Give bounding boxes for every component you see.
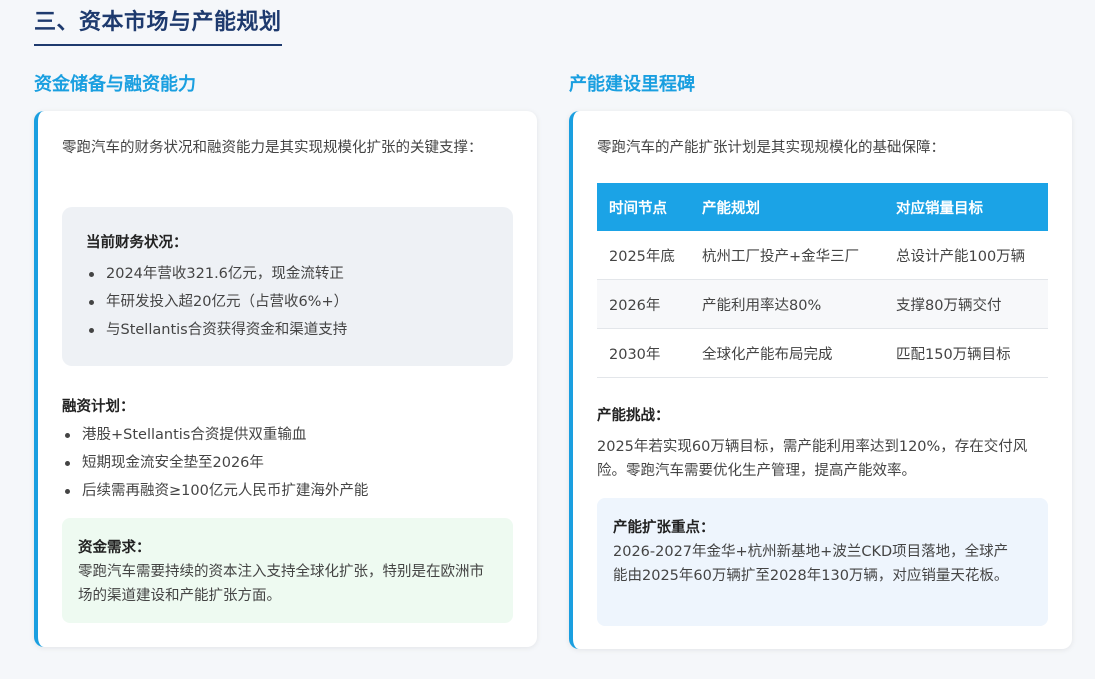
funding-intro: 零跑汽车的财务状况和融资能力是其实现规模化扩张的关键支撑：	[62, 140, 483, 156]
expansion-focus-heading: 产能扩张重点：	[613, 520, 715, 536]
table-row: 2025年底 杭州工厂投产+金华三厂 总设计产能100万辆	[597, 231, 1048, 280]
capacity-intro: 零跑汽车的产能扩张计划是其实现规模化的基础保障：	[597, 140, 945, 156]
table-header-cell: 时间节点	[597, 183, 690, 231]
table-header-cell: 产能规划	[690, 183, 884, 231]
list-item: 后续需再融资≥100亿元人民币扩建海外产能	[62, 477, 513, 505]
list-item: 短期现金流安全垫至2026年	[62, 449, 513, 477]
funding-card: 零跑汽车的财务状况和融资能力是其实现规模化扩张的关键支撑： 当前财务状况： 20…	[34, 111, 537, 647]
finance-status-heading: 当前财务状况：	[86, 235, 188, 251]
table-cell: 2026年	[597, 279, 690, 329]
financing-plan-heading: 融资计划：	[62, 399, 135, 415]
capital-need-text: 零跑汽车需要持续的资本注入支持全球化扩张，特别是在欧洲市场的渠道建设和产能扩张方…	[78, 564, 484, 604]
table-row: 2030年 全球化产能布局完成 匹配150万辆目标	[597, 328, 1048, 378]
capacity-card: 零跑汽车的产能扩张计划是其实现规模化的基础保障： 时间节点 产能规划 对应销量目…	[569, 111, 1072, 649]
table-cell: 匹配150万辆目标	[884, 328, 1048, 378]
expansion-focus-box: 产能扩张重点： 2026-2027年金华+杭州新基地+波兰CKD项目落地，全球产…	[597, 498, 1048, 626]
list-item: 2024年营收321.6亿元，现金流转正	[86, 260, 489, 288]
table-cell: 2030年	[597, 328, 690, 378]
capacity-challenge-heading: 产能挑战：	[597, 408, 670, 424]
table-cell: 产能利用率达80%	[690, 279, 884, 329]
table-cell: 全球化产能布局完成	[690, 328, 884, 378]
table-cell: 杭州工厂投产+金华三厂	[690, 231, 884, 280]
capacity-challenge-text: 2025年若实现60万辆目标，需产能利用率达到120%，存在交付风险。零跑汽车需…	[597, 439, 1028, 479]
capital-need-heading: 资金需求：	[78, 540, 151, 556]
table-cell: 支撑80万辆交付	[884, 279, 1048, 329]
list-item: 与Stellantis合资获得资金和渠道支持	[86, 316, 489, 344]
expansion-focus-text: 2026-2027年金华+杭州新基地+波兰CKD项目落地，全球产能由2025年6…	[613, 544, 1009, 584]
capacity-table: 时间节点 产能规划 对应销量目标 2025年底 杭州工厂投产+金华三厂 总设计产…	[597, 183, 1048, 378]
table-header-cell: 对应销量目标	[884, 183, 1048, 231]
left-column-title: 资金储备与融资能力	[34, 74, 196, 95]
table-row: 2026年 产能利用率达80% 支撑80万辆交付	[597, 279, 1048, 329]
list-item: 港股+Stellantis合资提供双重输血	[62, 421, 513, 449]
table-header-row: 时间节点 产能规划 对应销量目标	[597, 183, 1048, 231]
capital-need-box: 资金需求： 零跑汽车需要持续的资本注入支持全球化扩张，特别是在欧洲市场的渠道建设…	[62, 518, 513, 623]
right-column-title: 产能建设里程碑	[569, 74, 695, 95]
section-title: 三、资本市场与产能规划	[34, 4, 282, 46]
list-item: 年研发投入超20亿元（占营收6%+）	[86, 288, 489, 316]
table-cell: 总设计产能100万辆	[884, 231, 1048, 280]
finance-status-box: 当前财务状况： 2024年营收321.6亿元，现金流转正 年研发投入超20亿元（…	[62, 207, 513, 366]
finance-status-list: 2024年营收321.6亿元，现金流转正 年研发投入超20亿元（占营收6%+） …	[86, 260, 489, 344]
table-cell: 2025年底	[597, 231, 690, 280]
financing-plan-list: 港股+Stellantis合资提供双重输血 短期现金流安全垫至2026年 后续需…	[62, 421, 513, 505]
